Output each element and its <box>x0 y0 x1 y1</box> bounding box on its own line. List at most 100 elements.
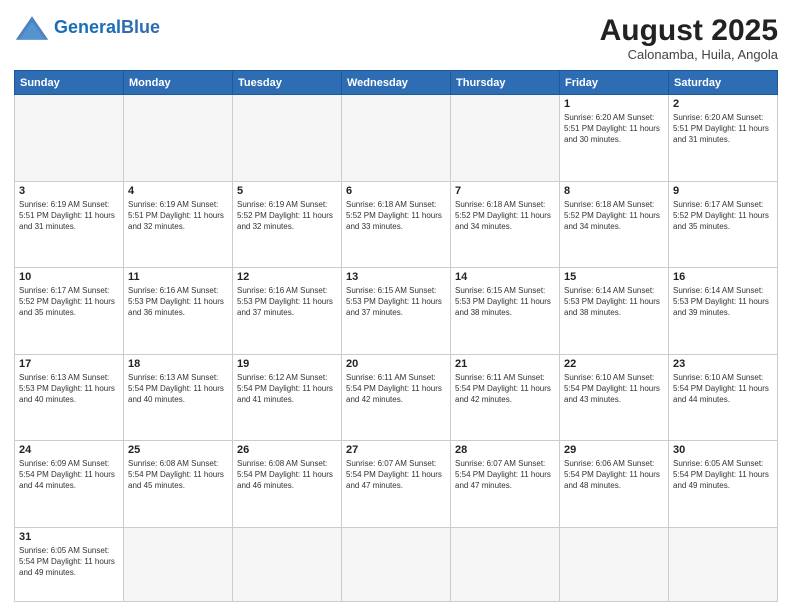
day-info: Sunrise: 6:07 AM Sunset: 5:54 PM Dayligh… <box>346 458 446 492</box>
logo-blue: Blue <box>121 17 160 37</box>
day-info: Sunrise: 6:07 AM Sunset: 5:54 PM Dayligh… <box>455 458 555 492</box>
calendar-cell <box>124 95 233 182</box>
calendar-cell <box>342 95 451 182</box>
calendar-header-friday: Friday <box>560 71 669 95</box>
calendar-week-row: 17 Sunrise: 6:13 AM Sunset: 5:53 PM Dayli… <box>15 354 778 441</box>
calendar-cell: 1 Sunrise: 6:20 AM Sunset: 5:51 PM Daylig… <box>560 95 669 182</box>
calendar-cell <box>342 527 451 602</box>
page-header: GeneralBlue August 2025 Calonamba, Huila… <box>14 14 778 62</box>
calendar-table: SundayMondayTuesdayWednesdayThursdayFrid… <box>14 70 778 602</box>
day-number: 2 <box>673 98 773 110</box>
day-number: 20 <box>346 358 446 370</box>
day-info: Sunrise: 6:13 AM Sunset: 5:54 PM Dayligh… <box>128 372 228 406</box>
logo-general: General <box>54 17 121 37</box>
day-number: 19 <box>237 358 337 370</box>
day-info: Sunrise: 6:19 AM Sunset: 5:51 PM Dayligh… <box>19 199 119 233</box>
calendar-cell: 20 Sunrise: 6:11 AM Sunset: 5:54 PM Dayli… <box>342 354 451 441</box>
day-info: Sunrise: 6:08 AM Sunset: 5:54 PM Dayligh… <box>237 458 337 492</box>
day-info: Sunrise: 6:20 AM Sunset: 5:51 PM Dayligh… <box>564 112 664 146</box>
day-info: Sunrise: 6:11 AM Sunset: 5:54 PM Dayligh… <box>346 372 446 406</box>
day-number: 21 <box>455 358 555 370</box>
calendar-cell: 4Sunrise: 6:19 AM Sunset: 5:51 PM Daylig… <box>124 181 233 268</box>
day-info: Sunrise: 6:17 AM Sunset: 5:52 PM Dayligh… <box>673 199 773 233</box>
calendar-cell: 23Sunrise: 6:10 AM Sunset: 5:54 PM Dayli… <box>669 354 778 441</box>
day-info: Sunrise: 6:18 AM Sunset: 5:52 PM Dayligh… <box>564 199 664 233</box>
calendar-cell: 3 Sunrise: 6:19 AM Sunset: 5:51 PM Daylig… <box>15 181 124 268</box>
calendar-cell: 31Sunrise: 6:05 AM Sunset: 5:54 PM Dayli… <box>15 527 124 602</box>
calendar-cell <box>233 95 342 182</box>
day-info: Sunrise: 6:16 AM Sunset: 5:53 PM Dayligh… <box>237 285 337 319</box>
day-info: Sunrise: 6:16 AM Sunset: 5:53 PM Dayligh… <box>128 285 228 319</box>
day-info: Sunrise: 6:19 AM Sunset: 5:52 PM Dayligh… <box>237 199 337 233</box>
day-number: 9 <box>673 185 773 197</box>
calendar-cell: 22Sunrise: 6:10 AM Sunset: 5:54 PM Dayli… <box>560 354 669 441</box>
day-number: 26 <box>237 444 337 456</box>
logo-text: GeneralBlue <box>54 18 160 38</box>
day-info: Sunrise: 6:05 AM Sunset: 5:54 PM Dayligh… <box>673 458 773 492</box>
location-subtitle: Calonamba, Huila, Angola <box>600 47 778 62</box>
calendar-cell: 28Sunrise: 6:07 AM Sunset: 5:54 PM Dayli… <box>451 441 560 528</box>
calendar-cell: 14 Sunrise: 6:15 AM Sunset: 5:53 PM Dayli… <box>451 268 560 355</box>
calendar-cell: 17 Sunrise: 6:13 AM Sunset: 5:53 PM Dayli… <box>15 354 124 441</box>
day-info: Sunrise: 6:08 AM Sunset: 5:54 PM Dayligh… <box>128 458 228 492</box>
day-info: Sunrise: 6:11 AM Sunset: 5:54 PM Dayligh… <box>455 372 555 406</box>
calendar-cell: 13 Sunrise: 6:15 AM Sunset: 5:53 PM Dayli… <box>342 268 451 355</box>
day-info: Sunrise: 6:13 AM Sunset: 5:53 PM Dayligh… <box>19 372 119 406</box>
day-info: Sunrise: 6:20 AM Sunset: 5:51 PM Dayligh… <box>673 112 773 146</box>
day-number: 14 <box>455 271 555 283</box>
logo-icon <box>14 14 50 42</box>
day-number: 27 <box>346 444 446 456</box>
day-number: 30 <box>673 444 773 456</box>
day-number: 25 <box>128 444 228 456</box>
day-number: 3 <box>19 185 119 197</box>
calendar-cell: 12 Sunrise: 6:16 AM Sunset: 5:53 PM Dayli… <box>233 268 342 355</box>
calendar-cell <box>560 527 669 602</box>
calendar-week-row: 31Sunrise: 6:05 AM Sunset: 5:54 PM Dayli… <box>15 527 778 602</box>
calendar-week-row: 10Sunrise: 6:17 AM Sunset: 5:52 PM Dayli… <box>15 268 778 355</box>
calendar-cell <box>669 527 778 602</box>
day-info: Sunrise: 6:17 AM Sunset: 5:52 PM Dayligh… <box>19 285 119 319</box>
day-number: 11 <box>128 271 228 283</box>
calendar-header-thursday: Thursday <box>451 71 560 95</box>
calendar-week-row: 24Sunrise: 6:09 AM Sunset: 5:54 PM Dayli… <box>15 441 778 528</box>
day-number: 24 <box>19 444 119 456</box>
calendar-header-row: SundayMondayTuesdayWednesdayThursdayFrid… <box>15 71 778 95</box>
calendar-cell <box>124 527 233 602</box>
calendar-cell: 2 Sunrise: 6:20 AM Sunset: 5:51 PM Daylig… <box>669 95 778 182</box>
calendar-cell <box>451 95 560 182</box>
day-number: 4 <box>128 185 228 197</box>
calendar-header-tuesday: Tuesday <box>233 71 342 95</box>
day-info: Sunrise: 6:18 AM Sunset: 5:52 PM Dayligh… <box>455 199 555 233</box>
day-info: Sunrise: 6:15 AM Sunset: 5:53 PM Dayligh… <box>455 285 555 319</box>
calendar-cell <box>15 95 124 182</box>
day-number: 17 <box>19 358 119 370</box>
day-number: 5 <box>237 185 337 197</box>
calendar-cell: 7 Sunrise: 6:18 AM Sunset: 5:52 PM Daylig… <box>451 181 560 268</box>
day-number: 6 <box>346 185 446 197</box>
day-info: Sunrise: 6:15 AM Sunset: 5:53 PM Dayligh… <box>346 285 446 319</box>
calendar-cell: 27 Sunrise: 6:07 AM Sunset: 5:54 PM Dayli… <box>342 441 451 528</box>
day-number: 16 <box>673 271 773 283</box>
calendar-cell: 5 Sunrise: 6:19 AM Sunset: 5:52 PM Daylig… <box>233 181 342 268</box>
logo: GeneralBlue <box>14 14 160 42</box>
calendar-week-row: 3 Sunrise: 6:19 AM Sunset: 5:51 PM Daylig… <box>15 181 778 268</box>
calendar-cell: 29Sunrise: 6:06 AM Sunset: 5:54 PM Dayli… <box>560 441 669 528</box>
calendar-cell: 8Sunrise: 6:18 AM Sunset: 5:52 PM Daylig… <box>560 181 669 268</box>
calendar-cell: 30 Sunrise: 6:05 AM Sunset: 5:54 PM Dayli… <box>669 441 778 528</box>
day-number: 7 <box>455 185 555 197</box>
day-number: 31 <box>19 531 119 543</box>
day-info: Sunrise: 6:14 AM Sunset: 5:53 PM Dayligh… <box>564 285 664 319</box>
calendar-cell <box>451 527 560 602</box>
day-info: Sunrise: 6:12 AM Sunset: 5:54 PM Dayligh… <box>237 372 337 406</box>
day-info: Sunrise: 6:10 AM Sunset: 5:54 PM Dayligh… <box>673 372 773 406</box>
calendar-cell: 15Sunrise: 6:14 AM Sunset: 5:53 PM Dayli… <box>560 268 669 355</box>
calendar-cell: 25 Sunrise: 6:08 AM Sunset: 5:54 PM Dayli… <box>124 441 233 528</box>
day-number: 13 <box>346 271 446 283</box>
day-number: 1 <box>564 98 664 110</box>
day-number: 12 <box>237 271 337 283</box>
calendar-cell: 9 Sunrise: 6:17 AM Sunset: 5:52 PM Daylig… <box>669 181 778 268</box>
calendar-cell <box>233 527 342 602</box>
calendar-header-wednesday: Wednesday <box>342 71 451 95</box>
calendar-cell: 19 Sunrise: 6:12 AM Sunset: 5:54 PM Dayli… <box>233 354 342 441</box>
calendar-cell: 6Sunrise: 6:18 AM Sunset: 5:52 PM Daylig… <box>342 181 451 268</box>
